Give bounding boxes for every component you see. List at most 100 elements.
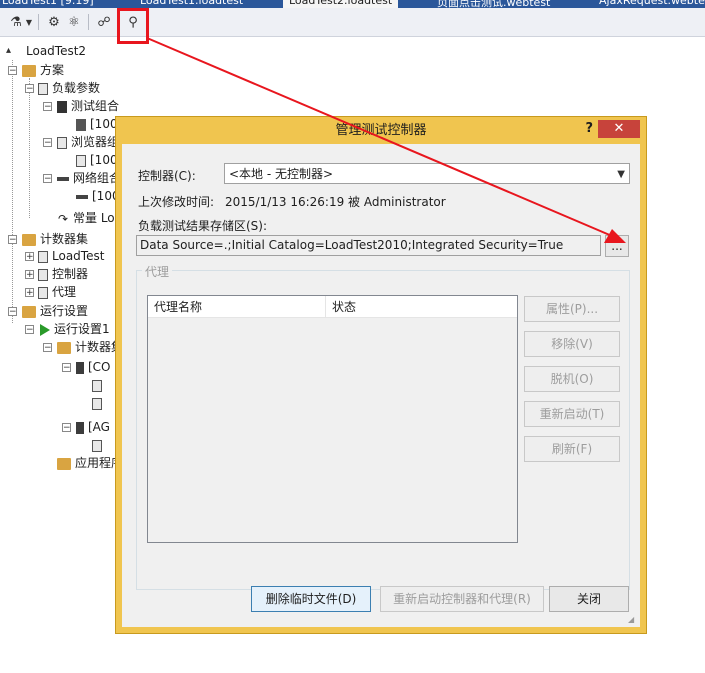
tab-webtest-click[interactable]: 页面点击测试.webtest (437, 0, 550, 8)
dialog-client: 控制器(C): <本地 - 无控制器> ▼ 上次修改时间: 2015/1/13 … (122, 144, 640, 627)
properties-button[interactable]: 属性(P)... (524, 296, 620, 322)
tree-run-settings1[interactable]: 运行设置1 (40, 320, 110, 338)
tree-computer1-counter[interactable] (92, 376, 106, 394)
counter-set-icon (92, 397, 102, 410)
storage-connection-field[interactable]: Data Source=.;Initial Catalog=LoadTest20… (136, 235, 601, 256)
tree-computer1[interactable]: [CO (76, 358, 111, 376)
tree-counter-set-map[interactable]: 计数器集 (57, 338, 123, 356)
network-icon (57, 176, 69, 181)
tab-ajaxrequest[interactable]: AjaxRequest.webtest (599, 0, 705, 8)
run-settings-expander[interactable]: − (8, 307, 17, 317)
agents-list[interactable]: 代理名称 状态 (147, 295, 518, 543)
counter-set-icon (38, 250, 48, 263)
counter-set-map-expander[interactable]: − (43, 343, 52, 353)
tree-app[interactable]: 应用程序 (57, 454, 123, 472)
folder-icon (57, 341, 71, 354)
load-params-expander[interactable]: − (25, 84, 34, 94)
remove-button[interactable]: 移除(V) (524, 331, 620, 357)
tab-loadtest1[interactable]: LoadTest1.loadtest (140, 0, 243, 8)
col-agent-name[interactable]: 代理名称 (148, 296, 326, 318)
loadtest-toolbar: ⚗ ▼ ⚙ ⚛ ☍ ⚲ (0, 8, 705, 37)
page-icon (38, 82, 48, 95)
run-settings1-expander[interactable]: − (25, 325, 34, 335)
run-test-icon[interactable]: ⚙ (44, 12, 64, 32)
modified-value: 2015/1/13 16:26:19 被 Administrator (225, 195, 446, 209)
tree-browser-mix[interactable]: 浏览器组 (57, 133, 119, 151)
computer-icon (76, 421, 84, 434)
browser-icon (76, 154, 86, 167)
help-button[interactable]: ? (585, 121, 593, 136)
toolbar-separator (88, 14, 89, 30)
tree-load-params[interactable]: 负载参数 (38, 79, 100, 97)
controller-combo[interactable]: <本地 - 无控制器> ▼ (224, 163, 630, 184)
test-mix-expander[interactable]: − (43, 102, 52, 112)
tree-cs-agent[interactable]: 代理 (38, 283, 76, 301)
tree-test-mix-item[interactable]: [100 (76, 115, 118, 133)
counter-set-icon (92, 439, 102, 452)
network-mix-expander[interactable]: − (43, 174, 52, 184)
counter-set-icon (38, 286, 48, 299)
scenario-expander[interactable]: − (8, 66, 17, 76)
counter-icon[interactable]: ☍ (94, 12, 114, 32)
folder-icon (22, 233, 36, 246)
flask-icon (57, 100, 67, 113)
document-tab-strip: LoadTest1 [9.19] LoadTest1.loadtest Load… (0, 0, 705, 8)
counter-sets-expander[interactable]: − (8, 235, 17, 245)
tree-computer2[interactable]: [AG (76, 418, 110, 436)
add-scenario-icon[interactable]: ⚗ (6, 12, 26, 32)
tree-cs-loadtest[interactable]: LoadTest (38, 247, 104, 265)
tree-constant-load[interactable]: ↷ 常量 Lo (57, 209, 115, 227)
tree-test-mix[interactable]: 测试组合 (57, 97, 119, 115)
manage-test-controllers-dialog: 管理测试控制器 ? ✕ 控制器(C): <本地 - 无控制器> ▼ 上次修改时间… (115, 116, 647, 634)
browser-mix-expander[interactable]: − (43, 138, 52, 148)
restart-controller-agents-button[interactable]: 重新启动控制器和代理(R) (380, 586, 544, 612)
offline-button[interactable]: 脱机(O) (524, 366, 620, 392)
tree-counter-sets[interactable]: 计数器集 (22, 230, 88, 248)
tab-loadtest1-status[interactable]: LoadTest1 [9.19] (2, 0, 94, 8)
tree-computer1-counter[interactable] (92, 394, 106, 412)
browse-button[interactable]: ... (605, 235, 629, 257)
constant-load-icon: ↷ (57, 211, 69, 226)
controller-value: <本地 - 无控制器> (229, 167, 334, 181)
close-button[interactable]: 关闭 (549, 586, 629, 612)
tree-browser-mix-item[interactable]: [100 (76, 151, 118, 169)
test-icon (76, 118, 86, 131)
tree-computer2-counter[interactable] (92, 436, 106, 454)
dialog-title: 管理测试控制器 (335, 123, 427, 138)
tree-scenario[interactable]: 方案 (22, 61, 64, 79)
computer-icon (76, 361, 84, 374)
tree-cs-controller[interactable]: 控制器 (38, 265, 88, 283)
col-status[interactable]: 状态 (326, 296, 517, 318)
play-icon (40, 323, 50, 336)
delete-temp-files-button[interactable]: 删除临时文件(D) (251, 586, 371, 612)
modified-label: 上次修改时间: (138, 195, 215, 209)
cs-controller-expander[interactable]: + (25, 270, 34, 280)
counter-set-icon (92, 379, 102, 392)
controller-label: 控制器(C): (138, 169, 196, 183)
refresh-button[interactable]: 刷新(F) (524, 436, 620, 462)
storage-label: 负载测试结果存储区(S): (138, 219, 268, 233)
chevron-down-icon[interactable]: ▼ (24, 12, 34, 32)
folder-icon (22, 305, 36, 318)
folder-icon (57, 457, 71, 470)
debug-test-icon[interactable]: ⚛ (64, 12, 84, 32)
chevron-down-icon: ▼ (617, 169, 625, 180)
computer1-expander[interactable]: − (62, 363, 71, 373)
tree-network-mix[interactable]: 网络组合 (57, 169, 121, 187)
root-expander[interactable]: ▴ (4, 46, 13, 56)
cs-loadtest-expander[interactable]: + (25, 252, 34, 262)
agents-group-label: 代理 (142, 263, 173, 280)
browser-icon (57, 136, 67, 149)
folder-icon (22, 64, 36, 77)
network-icon (76, 194, 88, 199)
cs-agent-expander[interactable]: + (25, 288, 34, 298)
tree-guide (12, 60, 13, 323)
tree-root[interactable]: LoadTest2 (14, 42, 86, 60)
close-icon[interactable]: ✕ (598, 120, 640, 138)
tree-run-settings[interactable]: 运行设置 (22, 302, 88, 320)
tree-network-mix-item[interactable]: [100 (76, 187, 120, 205)
tab-loadtest2[interactable]: LoadTest2.loadtest (283, 0, 399, 8)
restart-button[interactable]: 重新启动(T) (524, 401, 620, 427)
resize-grip-icon[interactable]: ◢ (628, 615, 638, 625)
computer2-expander[interactable]: − (62, 423, 71, 433)
